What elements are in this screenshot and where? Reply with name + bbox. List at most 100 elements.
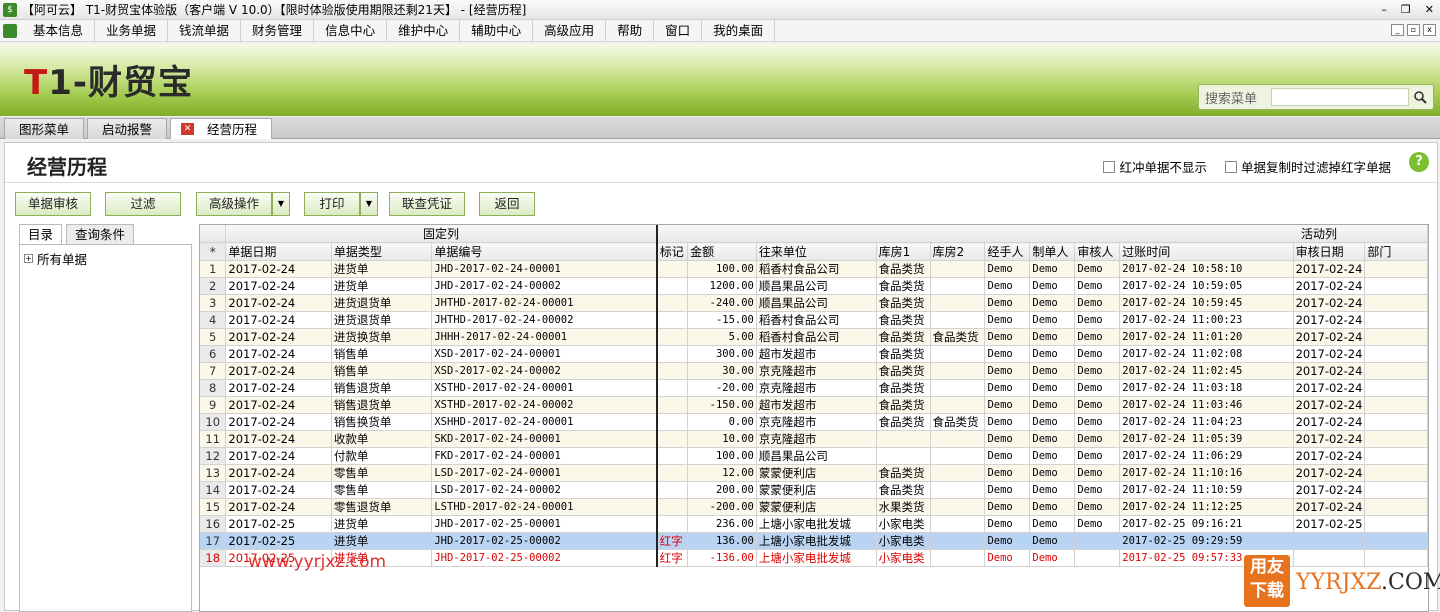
menu-help[interactable]: 帮助 [606, 19, 655, 42]
table-row[interactable]: 8 2017-02-24 销售退货单 XSTHD-2017-02-24-00001 -2… [200, 379, 1428, 397]
table-row[interactable]: 10 2017-02-24 销售换货单 XSHHD-2017-02-24-00001 0… [200, 413, 1428, 431]
tab-query-conditions[interactable]: 查询条件 [66, 224, 135, 244]
menu-assist[interactable]: 辅助中心 [460, 19, 534, 42]
posting-time-header[interactable]: 过账时间 [1119, 242, 1294, 261]
department-cell [1364, 345, 1428, 363]
tab-business-history[interactable]: ✕ 经营历程 [170, 118, 273, 139]
tab-catalog[interactable]: 目录 [19, 224, 63, 244]
watermark-url: www.yyrjxz.com [248, 552, 387, 572]
filter-red-option[interactable]: 单据复制时过滤掉红字单据 [1224, 157, 1391, 176]
doc-date-cell: 2017-02-24 [225, 396, 332, 414]
department-header[interactable]: 部门 [1364, 242, 1428, 261]
back-button[interactable]: 返回 [479, 192, 535, 216]
tab-graphic-menu[interactable]: 图形菜单 [4, 118, 85, 139]
handler-cell: Demo [984, 447, 1031, 465]
expand-icon[interactable]: + [24, 254, 33, 263]
auditor-header[interactable]: 审核人 [1074, 242, 1121, 261]
mark-header[interactable]: 标记 [656, 242, 689, 261]
auditor-cell: Demo [1074, 277, 1121, 295]
restore-button[interactable]: ❐ [1401, 0, 1411, 20]
partner-header[interactable]: 往来单位 [756, 242, 877, 261]
warehouse1-cell: 食品类货 [876, 464, 931, 482]
creator-cell: Demo [1029, 362, 1076, 380]
handler-header[interactable]: 经手人 [984, 242, 1031, 261]
menu-search: 搜索菜单 [1198, 84, 1434, 110]
menu-my-desktop[interactable]: 我的桌面 [702, 19, 776, 42]
creator-header[interactable]: 制单人 [1029, 242, 1076, 261]
print-button[interactable]: 打印 [304, 192, 360, 216]
close-button[interactable]: ✕ [1425, 0, 1434, 20]
table-row[interactable]: 3 2017-02-24 进货退货单 JHTHD-2017-02-24-00001 -2… [200, 294, 1428, 312]
tab-close-icon[interactable]: ✕ [181, 123, 195, 135]
table-row[interactable]: 2 2017-02-24 进货单 JHD-2017-02-24-00002 1200.0… [200, 277, 1428, 295]
posting-time-cell: 2017-02-24 11:12:25 [1119, 498, 1294, 516]
table-row[interactable]: 7 2017-02-24 销售单 XSD-2017-02-24-00002 30.00 京… [200, 362, 1428, 380]
handler-cell: Demo [984, 549, 1031, 567]
amount-header[interactable]: 金额 [687, 242, 757, 261]
table-row[interactable]: 16 2017-02-25 进货单 JHD-2017-02-25-00001 236.0… [200, 515, 1428, 533]
menu-basic-info[interactable]: 基本信息 [22, 19, 96, 42]
hide-red-checkbox[interactable] [1103, 160, 1116, 173]
tree-node-all-docs[interactable]: + 所有单据 [24, 249, 187, 268]
help-icon[interactable]: ? [1409, 152, 1429, 172]
row-num-cell: 12 [200, 447, 227, 465]
audit-date-cell: 2017-02-24 [1293, 311, 1366, 329]
warehouse2-header[interactable]: 库房2 [930, 242, 986, 261]
table-row[interactable]: 11 2017-02-24 收款单 SKD-2017-02-24-00001 10.00… [200, 430, 1428, 448]
mdi-restore-icon[interactable]: ▫ [1407, 24, 1420, 36]
table-row[interactable]: 14 2017-02-24 零售单 LSD-2017-02-24-00002 200.0… [200, 481, 1428, 499]
warehouse1-cell [876, 447, 931, 465]
handler-cell: Demo [984, 379, 1031, 397]
partner-cell: 顺昌果品公司 [756, 447, 877, 465]
mark-cell [656, 515, 689, 533]
audit-date-cell: 2017-02-24 [1293, 362, 1366, 380]
auditor-cell: Demo [1074, 447, 1121, 465]
menu-info-center[interactable]: 信息中心 [314, 19, 388, 42]
search-icon[interactable] [1413, 90, 1427, 104]
advanced-ops-button[interactable]: 高级操作 [196, 192, 272, 216]
table-row[interactable]: 9 2017-02-24 销售退货单 XSTHD-2017-02-24-00002 -1… [200, 396, 1428, 414]
menu-cash-docs[interactable]: 钱流单据 [168, 19, 242, 42]
table-row[interactable]: 6 2017-02-24 销售单 XSD-2017-02-24-00001 300.00… [200, 345, 1428, 363]
advanced-dropdown-icon[interactable]: ▼ [272, 192, 290, 216]
print-dropdown-icon[interactable]: ▼ [360, 192, 378, 216]
tab-startup-alert[interactable]: 启动报警 [87, 118, 168, 139]
type-header[interactable]: 单据类型 [331, 242, 433, 261]
minimize-button[interactable]: – [1381, 0, 1387, 20]
posting-time-cell: 2017-02-25 09:16:21 [1119, 515, 1294, 533]
menu-maintenance[interactable]: 维护中心 [387, 19, 461, 42]
table-row[interactable]: 5 2017-02-24 进货换货单 JHHH-2017-02-24-00001 5.0… [200, 328, 1428, 346]
warehouse2-cell [930, 481, 986, 499]
audit-button[interactable]: 单据审核 [15, 192, 91, 216]
filter-red-checkbox[interactable] [1224, 160, 1237, 173]
link-voucher-button[interactable]: 联查凭证 [389, 192, 465, 216]
table-row[interactable]: 4 2017-02-24 进货退货单 JHTHD-2017-02-24-00002 -1… [200, 311, 1428, 329]
number-header[interactable]: 单据编号 [431, 242, 658, 261]
table-row[interactable]: 17 2017-02-25 进货单 JHD-2017-02-25-00002 红字 136… [200, 532, 1428, 550]
search-input[interactable] [1271, 88, 1409, 106]
filter-button[interactable]: 过滤 [105, 192, 181, 216]
menu-business-docs[interactable]: 业务单据 [95, 19, 169, 42]
mdi-close-icon[interactable]: x [1423, 24, 1436, 36]
menu-advanced[interactable]: 高级应用 [533, 19, 607, 42]
audit-date-header[interactable]: 审核日期 [1293, 242, 1366, 261]
table-row[interactable]: 1 2017-02-24 进货单 JHD-2017-02-24-00001 100.00… [200, 260, 1428, 278]
creator-cell: Demo [1029, 447, 1076, 465]
department-cell [1364, 396, 1428, 414]
menu-app-icon[interactable] [3, 24, 17, 38]
warehouse1-header[interactable]: 库房1 [876, 242, 931, 261]
row-num-header[interactable]: * [200, 242, 227, 261]
menu-window[interactable]: 窗口 [654, 19, 703, 42]
row-num-cell: 9 [200, 396, 227, 414]
table-row[interactable]: 13 2017-02-24 零售单 LSD-2017-02-24-00001 12.00… [200, 464, 1428, 482]
handler-cell: Demo [984, 277, 1031, 295]
doc-type-cell: 进货退货单 [331, 294, 433, 312]
doc-number-cell: XSD-2017-02-24-00001 [431, 345, 658, 363]
table-row[interactable]: 15 2017-02-24 零售退货单 LSTHD-2017-02-24-00001-… [200, 498, 1428, 516]
mdi-minimize-icon[interactable]: _ [1391, 24, 1404, 36]
table-row[interactable]: 12 2017-02-24 付款单 FKD-2017-02-24-00001 100.0… [200, 447, 1428, 465]
row-num-cell: 8 [200, 379, 227, 397]
date-header[interactable]: 单据日期 [225, 242, 332, 261]
menu-finance[interactable]: 财务管理 [241, 19, 315, 42]
hide-red-option[interactable]: 红冲单据不显示 [1103, 157, 1207, 176]
